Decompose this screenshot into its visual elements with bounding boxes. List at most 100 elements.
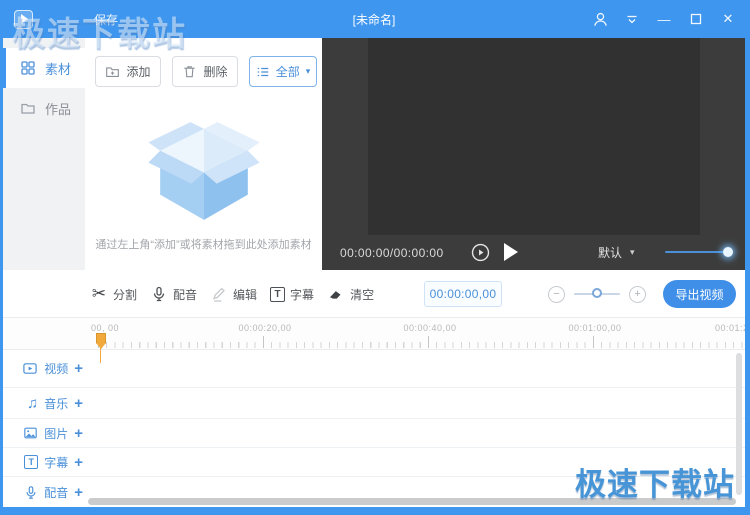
empty-box-icon xyxy=(145,120,263,222)
track-head: 配音 + xyxy=(3,477,86,507)
microphone-icon xyxy=(24,485,38,500)
pencil-icon xyxy=(210,285,228,303)
add-voice-button[interactable]: + xyxy=(74,485,83,500)
filter-all-dropdown[interactable]: 全部 ▾ xyxy=(249,56,317,87)
list-icon xyxy=(256,65,270,79)
track-row-image: 图片 + xyxy=(3,419,745,448)
subtitle-tool[interactable]: T 字幕 xyxy=(270,286,314,303)
add-video-button[interactable]: + xyxy=(74,361,83,376)
replay-icon[interactable] xyxy=(470,242,491,263)
track-label: 配音 xyxy=(44,484,68,501)
track-label: 音乐 xyxy=(44,395,68,412)
play-logo-glyph xyxy=(21,14,28,24)
chevron-down-icon: ▾ xyxy=(630,248,635,257)
track-row-music: ♫ 音乐 + xyxy=(3,388,745,419)
track-head: ♫ 音乐 + xyxy=(3,388,86,418)
app-logo-icon xyxy=(14,10,33,29)
empty-state-text: 通过左上角“添加”或将素材拖到此处添加素材 xyxy=(85,236,322,252)
video-icon xyxy=(22,361,38,376)
ruler-label: 00, 00 xyxy=(91,323,119,333)
minimize-button[interactable]: — xyxy=(655,10,673,28)
main-area: 素材 作品 添加 删除 xyxy=(3,38,745,507)
grid-icon xyxy=(20,60,36,76)
titlebar: 保存 [未命名] — ✕ xyxy=(3,0,745,38)
zoom-slider-handle[interactable] xyxy=(592,288,602,298)
vertical-scrollbar[interactable] xyxy=(736,353,742,495)
zoom-out-button[interactable]: − xyxy=(548,286,565,303)
titlebar-controls: — ✕ xyxy=(591,0,737,38)
video-canvas xyxy=(368,38,700,235)
eraser-icon xyxy=(327,285,345,303)
text-icon: T xyxy=(270,287,285,302)
zoom-slider[interactable] xyxy=(574,293,620,295)
quality-label: 默认 xyxy=(598,244,622,261)
close-button[interactable]: ✕ xyxy=(719,10,737,28)
music-note-icon: ♫ xyxy=(27,396,38,411)
quality-dropdown[interactable]: 默认 ▾ xyxy=(598,235,635,270)
volume-slider[interactable] xyxy=(665,251,728,253)
timeline-timecode-input[interactable]: 00:00:00,00 xyxy=(424,281,502,307)
track-label: 视频 xyxy=(44,360,68,377)
edit-tool[interactable]: 编辑 xyxy=(210,285,257,303)
tool-label: 分割 xyxy=(113,286,137,303)
titlebar-left xyxy=(3,0,33,38)
zoom-in-button[interactable]: + xyxy=(629,286,646,303)
edit-toolbar: ✂ 分割 配音 编辑 T xyxy=(3,270,745,318)
split-tool[interactable]: ✂ 分割 xyxy=(90,285,137,303)
volume-slider-handle[interactable] xyxy=(723,247,733,257)
track-row-video: 视频 + xyxy=(3,350,745,388)
tool-label: 编辑 xyxy=(233,286,257,303)
track-label: 图片 xyxy=(44,425,68,442)
ruler-label: 00:00:20,00 xyxy=(238,323,291,333)
play-button[interactable] xyxy=(504,243,518,261)
delete-button[interactable]: 删除 xyxy=(172,56,238,87)
playhead[interactable] xyxy=(96,333,106,363)
timeline-zoom-control: − + xyxy=(548,270,646,318)
tools-group: ✂ 分割 配音 编辑 T xyxy=(90,270,374,318)
track-head: T 字幕 + xyxy=(3,448,86,476)
folder-add-icon xyxy=(105,64,120,79)
folder-icon xyxy=(20,100,36,116)
playhead-pin[interactable] xyxy=(96,333,106,349)
add-image-button[interactable]: + xyxy=(74,426,83,441)
add-button-label: 添加 xyxy=(126,63,150,80)
text-icon: T xyxy=(24,455,38,469)
material-drop-zone[interactable]: 通过左上角“添加”或将素材拖到此处添加素材 xyxy=(85,98,322,270)
preview-panel: 00:00:00/00:00:00 默认 ▾ xyxy=(322,38,745,270)
sidebar-tab-material[interactable]: 素材 xyxy=(3,48,85,88)
sidebar-tab-label: 素材 xyxy=(45,59,71,78)
add-subtitle-button[interactable]: + xyxy=(74,455,83,470)
sidebar-tab-works[interactable]: 作品 xyxy=(3,88,85,128)
tool-label: 字幕 xyxy=(290,286,314,303)
preview-timecode: 00:00:00/00:00:00 xyxy=(340,246,444,260)
track-label: 字幕 xyxy=(44,454,68,471)
tool-label: 配音 xyxy=(173,286,197,303)
user-icon[interactable] xyxy=(591,10,609,28)
dub-tool[interactable]: 配音 xyxy=(150,285,197,303)
timeline-ruler[interactable]: 00, 00 00:00:20,00 00:00:40,00 00:01:00,… xyxy=(3,318,745,350)
microphone-icon xyxy=(150,285,168,303)
playhead-line xyxy=(100,348,101,363)
maximize-button[interactable] xyxy=(687,10,705,28)
material-panel: 添加 删除 全部 ▾ xyxy=(85,38,322,270)
scissors-icon: ✂ xyxy=(90,285,108,303)
ruler-major-ticks xyxy=(98,336,745,348)
tool-label: 清空 xyxy=(350,286,374,303)
timeline: 00, 00 00:00:20,00 00:00:40,00 00:01:00,… xyxy=(3,318,745,507)
menu-icon[interactable] xyxy=(623,10,641,28)
ruler-label: 00:01:20 xyxy=(715,323,745,333)
add-music-button[interactable]: + xyxy=(74,396,83,411)
add-button[interactable]: 添加 xyxy=(95,56,161,87)
ruler-label: 00:01:00,00 xyxy=(568,323,621,333)
clear-tool[interactable]: 清空 xyxy=(327,285,374,303)
save-menu-item[interactable]: 保存 xyxy=(88,0,124,38)
horizontal-scrollbar[interactable] xyxy=(88,498,736,505)
filter-label: 全部 xyxy=(276,63,300,80)
track-head: 图片 + xyxy=(3,419,86,447)
delete-button-label: 删除 xyxy=(203,63,227,80)
image-icon xyxy=(23,426,38,440)
ruler-label: 00:00:40,00 xyxy=(403,323,456,333)
preview-controls: 00:00:00/00:00:00 默认 ▾ xyxy=(322,235,745,270)
track-row-subtitle: T 字幕 + xyxy=(3,448,745,477)
export-video-button[interactable]: 导出视频 xyxy=(663,280,736,308)
